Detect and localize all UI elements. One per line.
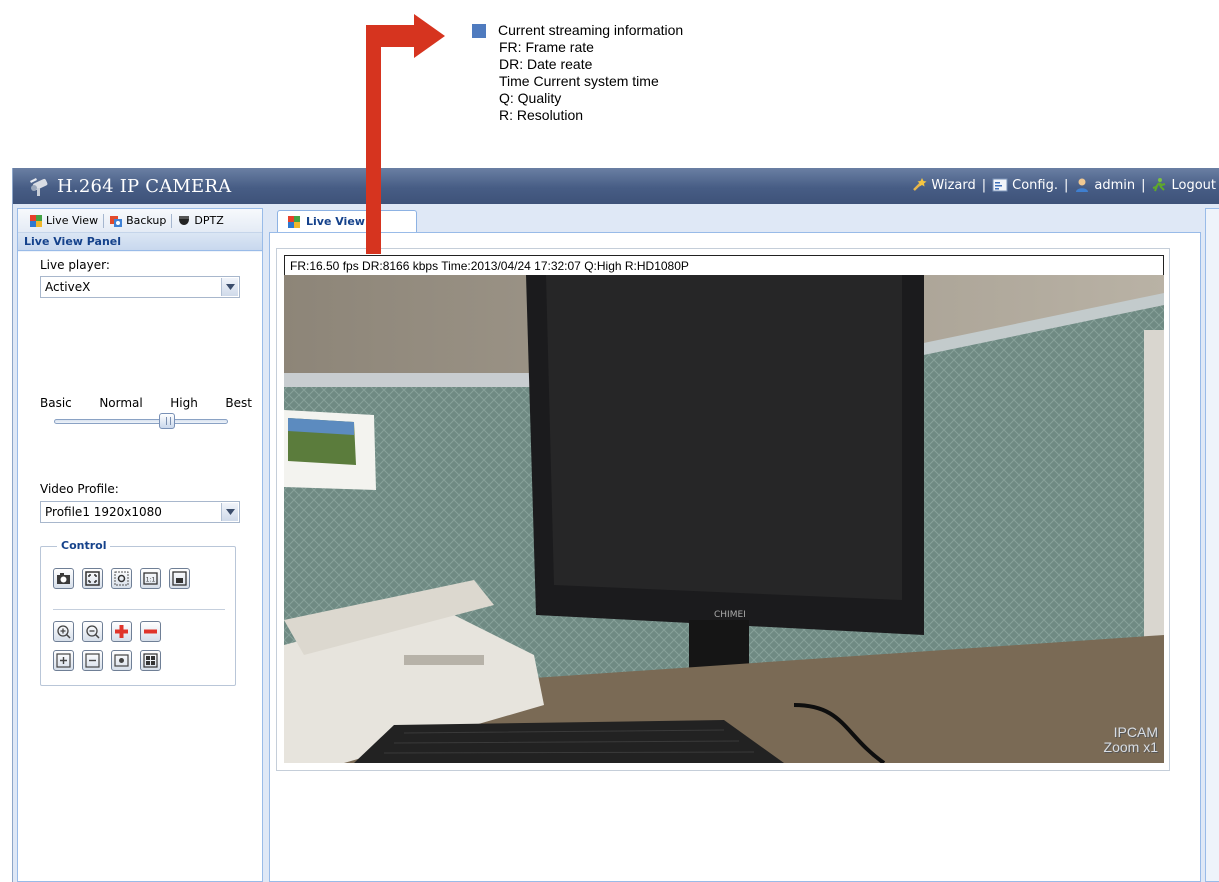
tab-live-view-main[interactable]: Live View bbox=[277, 210, 417, 232]
stream-info-bar: FR:16.50 fps DR:8166 kbps Time:2013/04/2… bbox=[284, 255, 1164, 276]
camera-icon bbox=[30, 178, 48, 196]
svg-text:1:1: 1:1 bbox=[146, 577, 156, 584]
fullscreen-icon bbox=[85, 571, 100, 586]
live-player-select[interactable]: ActiveX bbox=[40, 276, 240, 298]
control-group: Control 1:1 bbox=[40, 539, 236, 686]
digital-zoom-out-icon bbox=[144, 629, 157, 634]
live-view-panel-body: Live player: ActiveX Basic Normal High B… bbox=[18, 252, 262, 881]
left-panel: Live View Backup DPTZ Live View Panel Li… bbox=[17, 208, 263, 882]
focus-near-icon bbox=[56, 653, 71, 668]
wizard-icon bbox=[913, 178, 927, 191]
snapshot-icon bbox=[57, 573, 70, 584]
annotation-line-time: Time Current system time bbox=[499, 73, 659, 89]
monitor-brand: CHIMEI bbox=[714, 610, 746, 620]
live-view-icon bbox=[288, 215, 300, 228]
streaming-info-annotation: Current streaming information FR: Frame … bbox=[472, 22, 683, 124]
live-player-value: ActiveX bbox=[45, 280, 91, 294]
control-row-view: 1:1 bbox=[53, 568, 190, 589]
tab-dptz[interactable]: DPTZ bbox=[172, 214, 228, 228]
backup-icon bbox=[110, 215, 123, 227]
logout-icon bbox=[1153, 178, 1166, 192]
focus-far-icon bbox=[85, 653, 100, 668]
annotation-bullet bbox=[472, 23, 486, 38]
right-collapsed-panel[interactable] bbox=[1205, 208, 1219, 882]
chevron-down-icon[interactable] bbox=[221, 278, 238, 296]
quality-normal: Normal bbox=[99, 396, 143, 410]
live-view-icon bbox=[30, 214, 42, 227]
record-icon bbox=[114, 654, 129, 667]
multi-view-button[interactable] bbox=[140, 650, 161, 671]
title-bar: H.264 IP CAMERA Wizard | Config. | admin… bbox=[13, 168, 1219, 204]
quality-slider-track[interactable] bbox=[54, 419, 228, 424]
video-profile-label: Video Profile: bbox=[40, 482, 119, 496]
admin-link[interactable]: admin bbox=[1074, 177, 1135, 193]
annotation-line-resolution: R: Resolution bbox=[499, 107, 584, 123]
video-scene: CHIMEI bbox=[284, 275, 1164, 763]
dptz-icon bbox=[179, 215, 190, 225]
original-size-icon: 1:1 bbox=[143, 572, 158, 585]
main-content: Live View FR:16.50 fps DR:8166 kbps Time… bbox=[269, 208, 1201, 882]
quality-levels: Basic Normal High Best bbox=[40, 396, 252, 410]
chevron-down-icon[interactable] bbox=[221, 503, 238, 521]
live-view-panel-header: Live View Panel bbox=[18, 233, 262, 251]
config-icon bbox=[992, 178, 1008, 192]
control-row-zoom bbox=[53, 621, 161, 642]
fit-window-icon bbox=[172, 571, 187, 586]
video-overlay: IPCAM Zoom x1 bbox=[1104, 725, 1158, 755]
zoom-in-button[interactable] bbox=[53, 621, 74, 642]
video-profile-value: Profile1 1920x1080 bbox=[45, 505, 162, 519]
digital-zoom-in-icon bbox=[115, 625, 128, 638]
original-size-button[interactable]: 1:1 bbox=[140, 568, 161, 589]
config-link[interactable]: Config. bbox=[992, 177, 1058, 193]
quality-best: Best bbox=[225, 396, 252, 410]
app-title: H.264 IP CAMERA bbox=[57, 175, 232, 197]
focus-near-button[interactable] bbox=[53, 650, 74, 671]
live-player-label: Live player: bbox=[40, 258, 110, 272]
quality-slider-handle[interactable] bbox=[159, 413, 175, 429]
snapshot-button[interactable] bbox=[53, 568, 74, 589]
digital-zoom-out-button[interactable] bbox=[140, 621, 161, 642]
left-tab-strip: Live View Backup DPTZ bbox=[18, 209, 262, 233]
top-navigation: Wizard | Config. | admin | Logout bbox=[911, 177, 1216, 193]
tab-live-view[interactable]: Live View bbox=[24, 214, 103, 228]
record-button[interactable] bbox=[111, 650, 132, 671]
ip-camera-app: H.264 IP CAMERA Wizard | Config. | admin… bbox=[12, 168, 1219, 882]
annotation-line-data-rate: DR: Date reate bbox=[499, 56, 593, 72]
control-title: Control bbox=[57, 539, 111, 552]
zoom-in-icon bbox=[57, 625, 71, 639]
tab-backup[interactable]: Backup bbox=[104, 214, 171, 228]
fit-window-button[interactable] bbox=[169, 568, 190, 589]
zoom-out-button[interactable] bbox=[82, 621, 103, 642]
quality-high: High bbox=[170, 396, 198, 410]
annotation-line-frame-rate: FR: Frame rate bbox=[499, 39, 594, 55]
logout-link[interactable]: Logout bbox=[1151, 177, 1216, 193]
user-icon bbox=[1076, 178, 1089, 192]
zoom-out-icon bbox=[86, 625, 100, 639]
overlay-zoom-level: Zoom x1 bbox=[1103, 739, 1158, 755]
auto-focus-button[interactable] bbox=[111, 568, 132, 589]
wizard-link[interactable]: Wizard bbox=[911, 177, 976, 193]
control-row-focus bbox=[53, 650, 161, 671]
annotation-line-quality: Q: Quality bbox=[499, 90, 562, 106]
digital-zoom-in-button[interactable] bbox=[111, 621, 132, 642]
live-view-body: FR:16.50 fps DR:8166 kbps Time:2013/04/2… bbox=[269, 232, 1201, 882]
focus-far-button[interactable] bbox=[82, 650, 103, 671]
annotation-heading: Current streaming information bbox=[498, 22, 684, 38]
video-profile-select[interactable]: Profile1 1920x1080 bbox=[40, 501, 240, 523]
live-video[interactable]: CHIMEI IPCAM Zoom x1 bbox=[284, 275, 1164, 763]
overlay-camera-name: IPCAM bbox=[1113, 724, 1158, 740]
quality-basic: Basic bbox=[40, 396, 72, 410]
fullscreen-button[interactable] bbox=[82, 568, 103, 589]
multi-view-icon bbox=[143, 653, 158, 668]
auto-focus-icon bbox=[114, 571, 129, 586]
